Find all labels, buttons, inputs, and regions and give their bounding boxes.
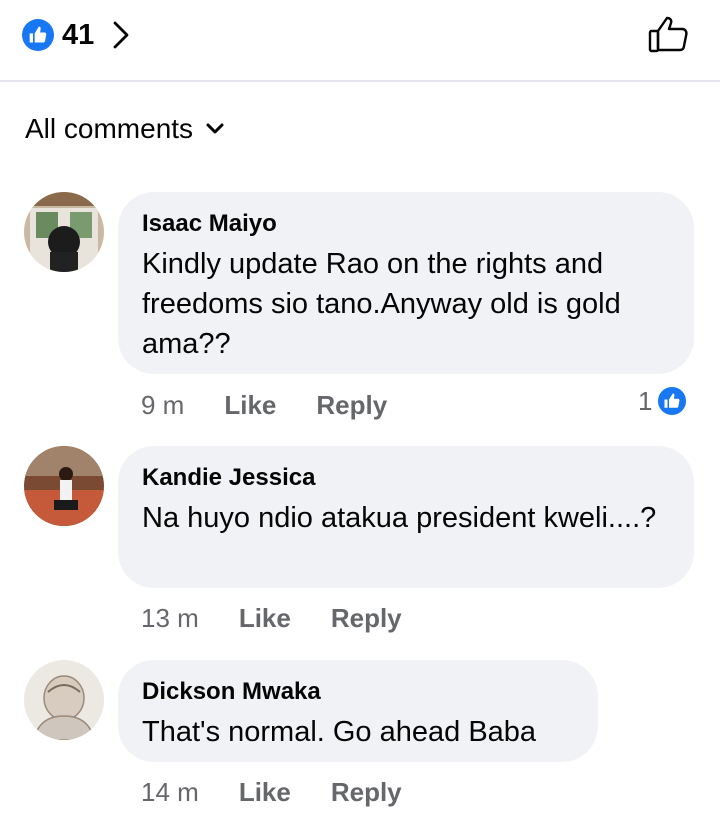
avatar-isaac-maiyo[interactable] bbox=[24, 192, 104, 272]
avatar-dickson-mwaka[interactable] bbox=[24, 660, 104, 740]
reply-button[interactable]: Reply bbox=[316, 390, 387, 421]
reactions-header: 41 bbox=[0, 0, 720, 82]
comment-timestamp[interactable]: 13 m bbox=[141, 603, 199, 634]
comment-text: That's normal. Go ahead Baba bbox=[142, 716, 537, 748]
like-comment-button[interactable]: Like bbox=[239, 777, 291, 808]
comment-author[interactable]: Kandie Jessica bbox=[142, 464, 670, 492]
reaction-count: 41 bbox=[62, 18, 95, 51]
comment-author[interactable]: Isaac Maiyo bbox=[142, 210, 670, 238]
like-comment-button[interactable]: Like bbox=[224, 390, 276, 421]
like-comment-button[interactable]: Like bbox=[239, 603, 291, 634]
comment-actions: 13 m Like Reply bbox=[141, 603, 402, 634]
comment-text: Na huyo ndio atakua president kweli....? bbox=[142, 502, 657, 534]
comment-timestamp[interactable]: 14 m bbox=[141, 777, 199, 808]
chevron-right-icon bbox=[112, 20, 130, 50]
comment-actions: 14 m Like Reply bbox=[141, 777, 402, 808]
chevron-down-icon bbox=[205, 122, 225, 136]
comment-timestamp[interactable]: 9 m bbox=[141, 390, 184, 421]
like-post-button[interactable] bbox=[644, 14, 692, 58]
thumbs-up-outline-icon bbox=[647, 14, 689, 59]
comment-filter-label: All comments bbox=[25, 113, 194, 144]
comment-text: Kindly update Rao on the rights and free… bbox=[142, 248, 621, 360]
like-icon bbox=[656, 385, 689, 417]
comment-bubble: Dickson Mwaka That's normal. Go ahead Ba… bbox=[118, 660, 598, 762]
comment-filter-dropdown[interactable]: All comments bbox=[25, 113, 225, 145]
comment-actions: 9 m Like Reply bbox=[141, 390, 387, 421]
comment-reaction-count[interactable]: 1 bbox=[638, 385, 689, 417]
comment-reaction-number: 1 bbox=[638, 385, 653, 416]
comment-author[interactable]: Dickson Mwaka bbox=[142, 678, 574, 706]
reply-button[interactable]: Reply bbox=[331, 777, 402, 808]
reaction-summary-button[interactable]: 41 bbox=[22, 18, 130, 52]
avatar-kandie-jessica[interactable] bbox=[24, 446, 104, 526]
comment-bubble: Isaac Maiyo Kindly update Rao on the rig… bbox=[118, 192, 694, 374]
like-icon bbox=[22, 19, 54, 51]
comment-bubble: Kandie Jessica Na huyo ndio atakua presi… bbox=[118, 446, 694, 588]
reply-button[interactable]: Reply bbox=[331, 603, 402, 634]
